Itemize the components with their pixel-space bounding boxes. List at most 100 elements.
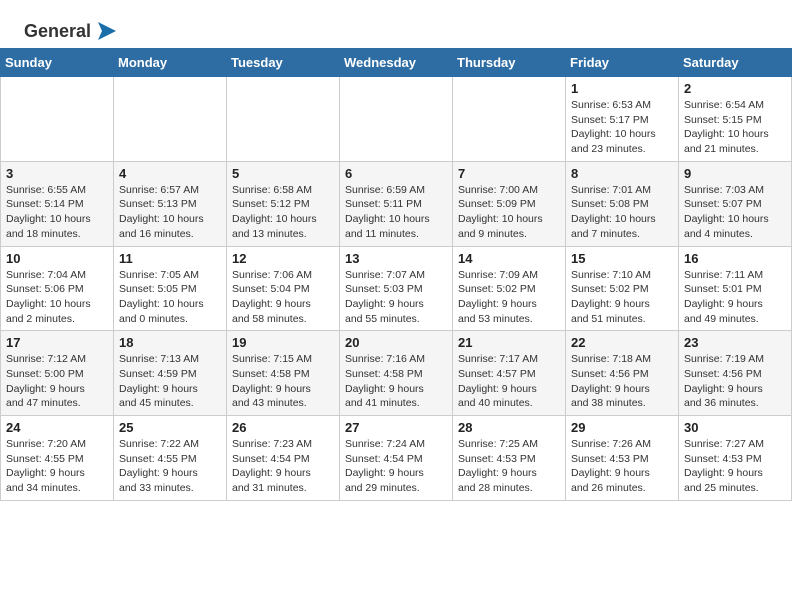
page-header: General <box>0 0 792 48</box>
calendar-cell <box>114 77 227 162</box>
day-number: 25 <box>119 420 221 435</box>
calendar-body: 1 Sunrise: 6:53 AMSunset: 5:17 PMDaylight… <box>1 77 792 501</box>
week-row-1: 1 Sunrise: 6:53 AMSunset: 5:17 PMDaylight… <box>1 77 792 162</box>
calendar-cell: 19Sunrise: 7:15 AMSunset: 4:58 PMDayligh… <box>227 331 340 416</box>
weekday-thursday: Thursday <box>453 49 566 77</box>
logo: General <box>24 18 120 40</box>
day-number: 21 <box>458 335 560 350</box>
day-info: Sunrise: 7:12 AMSunset: 5:00 PMDaylight:… <box>6 352 108 411</box>
day-number: 3 <box>6 166 108 181</box>
calendar-cell: 16 Sunrise: 7:11 AMSunset: 5:01 PMDayligh… <box>679 246 792 331</box>
day-number: 19 <box>232 335 334 350</box>
day-number: 9 <box>684 166 786 181</box>
day-number: 22 <box>571 335 673 350</box>
calendar-cell: 3 Sunrise: 6:55 AMSunset: 5:14 PMDaylight… <box>1 161 114 246</box>
calendar-cell: 21 Sunrise: 7:17 AMSunset: 4:57 PMDayligh… <box>453 331 566 416</box>
calendar-cell: 25 Sunrise: 7:22 AMSunset: 4:55 PMDayligh… <box>114 416 227 501</box>
day-number: 27 <box>345 420 447 435</box>
calendar-cell: 14Sunrise: 7:09 AMSunset: 5:02 PMDayligh… <box>453 246 566 331</box>
calendar-cell: 2 Sunrise: 6:54 AMSunset: 5:15 PMDaylight… <box>679 77 792 162</box>
day-number: 8 <box>571 166 673 181</box>
calendar-cell: 7Sunrise: 7:00 AMSunset: 5:09 PMDaylight… <box>453 161 566 246</box>
day-number: 15 <box>571 251 673 266</box>
calendar-cell: 29 Sunrise: 7:26 AMSunset: 4:53 PMDayligh… <box>566 416 679 501</box>
calendar-cell: 9 Sunrise: 7:03 AMSunset: 5:07 PMDaylight… <box>679 161 792 246</box>
calendar-cell: 12 Sunrise: 7:06 AMSunset: 5:04 PMDayligh… <box>227 246 340 331</box>
day-number: 23 <box>684 335 786 350</box>
calendar-cell: 18 Sunrise: 7:13 AMSunset: 4:59 PMDayligh… <box>114 331 227 416</box>
day-info: Sunrise: 7:11 AMSunset: 5:01 PMDaylight:… <box>684 268 786 327</box>
day-info: Sunrise: 7:05 AMSunset: 5:05 PMDaylight:… <box>119 268 221 327</box>
calendar-cell: 30 Sunrise: 7:27 AMSunset: 4:53 PMDayligh… <box>679 416 792 501</box>
week-row-4: 17 Sunrise: 7:12 AMSunset: 5:00 PMDayligh… <box>1 331 792 416</box>
calendar-cell: 22 Sunrise: 7:18 AMSunset: 4:56 PMDayligh… <box>566 331 679 416</box>
day-info: Sunrise: 7:27 AMSunset: 4:53 PMDaylight:… <box>684 437 786 496</box>
weekday-sunday: Sunday <box>1 49 114 77</box>
day-info: Sunrise: 7:22 AMSunset: 4:55 PMDaylight:… <box>119 437 221 496</box>
weekday-wednesday: Wednesday <box>340 49 453 77</box>
day-number: 2 <box>684 81 786 96</box>
calendar-cell: 20 Sunrise: 7:16 AMSunset: 4:58 PMDayligh… <box>340 331 453 416</box>
day-info: Sunrise: 7:13 AMSunset: 4:59 PMDaylight:… <box>119 352 221 411</box>
day-info: Sunrise: 7:07 AMSunset: 5:03 PMDaylight:… <box>345 268 447 327</box>
day-info: Sunrise: 7:03 AMSunset: 5:07 PMDaylight:… <box>684 183 786 242</box>
day-number: 1 <box>571 81 673 96</box>
day-number: 24 <box>6 420 108 435</box>
day-info: Sunrise: 7:25 AMSunset: 4:53 PMDaylight:… <box>458 437 560 496</box>
calendar-cell: 17 Sunrise: 7:12 AMSunset: 5:00 PMDayligh… <box>1 331 114 416</box>
day-number: 29 <box>571 420 673 435</box>
week-row-2: 3 Sunrise: 6:55 AMSunset: 5:14 PMDaylight… <box>1 161 792 246</box>
day-info: Sunrise: 6:55 AMSunset: 5:14 PMDaylight:… <box>6 183 108 242</box>
calendar-cell: 6 Sunrise: 6:59 AMSunset: 5:11 PMDaylight… <box>340 161 453 246</box>
day-number: 26 <box>232 420 334 435</box>
calendar-table: SundayMondayTuesdayWednesdayThursdayFrid… <box>0 48 792 501</box>
day-number: 12 <box>232 251 334 266</box>
day-info: Sunrise: 6:54 AMSunset: 5:15 PMDaylight:… <box>684 98 786 157</box>
calendar-cell: 28Sunrise: 7:25 AMSunset: 4:53 PMDayligh… <box>453 416 566 501</box>
logo-arrow-icon <box>94 18 120 44</box>
day-info: Sunrise: 7:17 AMSunset: 4:57 PMDaylight:… <box>458 352 560 411</box>
day-info: Sunrise: 7:04 AMSunset: 5:06 PMDaylight:… <box>6 268 108 327</box>
day-info: Sunrise: 6:59 AMSunset: 5:11 PMDaylight:… <box>345 183 447 242</box>
calendar-cell: 8 Sunrise: 7:01 AMSunset: 5:08 PMDaylight… <box>566 161 679 246</box>
calendar-cell: 5Sunrise: 6:58 AMSunset: 5:12 PMDaylight… <box>227 161 340 246</box>
calendar-cell: 1 Sunrise: 6:53 AMSunset: 5:17 PMDaylight… <box>566 77 679 162</box>
day-number: 10 <box>6 251 108 266</box>
calendar-cell: 15 Sunrise: 7:10 AMSunset: 5:02 PMDayligh… <box>566 246 679 331</box>
weekday-monday: Monday <box>114 49 227 77</box>
day-number: 11 <box>119 251 221 266</box>
day-number: 30 <box>684 420 786 435</box>
day-info: Sunrise: 6:57 AMSunset: 5:13 PMDaylight:… <box>119 183 221 242</box>
weekday-friday: Friday <box>566 49 679 77</box>
calendar-cell <box>340 77 453 162</box>
calendar-cell: 26 Sunrise: 7:23 AMSunset: 4:54 PMDayligh… <box>227 416 340 501</box>
week-row-5: 24Sunrise: 7:20 AMSunset: 4:55 PMDayligh… <box>1 416 792 501</box>
day-number: 5 <box>232 166 334 181</box>
day-info: Sunrise: 7:09 AMSunset: 5:02 PMDaylight:… <box>458 268 560 327</box>
logo-general: General <box>24 21 91 42</box>
day-number: 16 <box>684 251 786 266</box>
calendar-cell: 11 Sunrise: 7:05 AMSunset: 5:05 PMDayligh… <box>114 246 227 331</box>
calendar-cell <box>227 77 340 162</box>
day-info: Sunrise: 7:16 AMSunset: 4:58 PMDaylight:… <box>345 352 447 411</box>
day-number: 18 <box>119 335 221 350</box>
day-info: Sunrise: 7:01 AMSunset: 5:08 PMDaylight:… <box>571 183 673 242</box>
day-info: Sunrise: 7:06 AMSunset: 5:04 PMDaylight:… <box>232 268 334 327</box>
day-number: 6 <box>345 166 447 181</box>
week-row-3: 10 Sunrise: 7:04 AMSunset: 5:06 PMDayligh… <box>1 246 792 331</box>
day-info: Sunrise: 7:10 AMSunset: 5:02 PMDaylight:… <box>571 268 673 327</box>
day-info: Sunrise: 7:26 AMSunset: 4:53 PMDaylight:… <box>571 437 673 496</box>
calendar-cell: 13Sunrise: 7:07 AMSunset: 5:03 PMDayligh… <box>340 246 453 331</box>
calendar-header: SundayMondayTuesdayWednesdayThursdayFrid… <box>1 49 792 77</box>
calendar-cell: 24Sunrise: 7:20 AMSunset: 4:55 PMDayligh… <box>1 416 114 501</box>
calendar-cell: 10 Sunrise: 7:04 AMSunset: 5:06 PMDayligh… <box>1 246 114 331</box>
day-info: Sunrise: 7:19 AMSunset: 4:56 PMDaylight:… <box>684 352 786 411</box>
day-info: Sunrise: 7:23 AMSunset: 4:54 PMDaylight:… <box>232 437 334 496</box>
day-info: Sunrise: 6:53 AMSunset: 5:17 PMDaylight:… <box>571 98 673 157</box>
day-info: Sunrise: 7:18 AMSunset: 4:56 PMDaylight:… <box>571 352 673 411</box>
weekday-tuesday: Tuesday <box>227 49 340 77</box>
day-number: 20 <box>345 335 447 350</box>
day-number: 17 <box>6 335 108 350</box>
weekday-saturday: Saturday <box>679 49 792 77</box>
day-number: 7 <box>458 166 560 181</box>
